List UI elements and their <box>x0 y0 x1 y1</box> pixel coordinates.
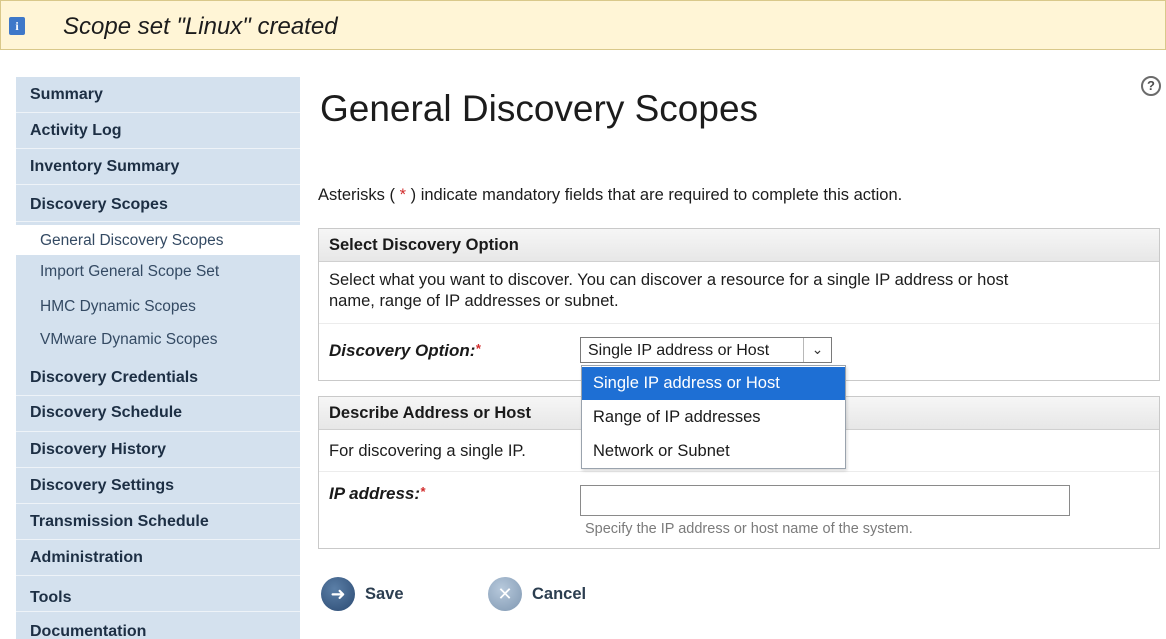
section-description: Select what you want to discover. You ca… <box>329 270 1008 312</box>
note-text-before: Asterisks ( <box>318 186 396 204</box>
option-label: Single IP address or Host <box>593 374 780 392</box>
banner-message: Scope set "Linux" created <box>63 13 338 40</box>
note-text-after: ) indicate mandatory fields that are req… <box>410 186 903 204</box>
sidebar-item-label: General Discovery Scopes <box>40 232 224 249</box>
close-icon: ✕ <box>488 577 522 611</box>
sidebar-item-label: Discovery Credentials <box>30 369 199 386</box>
sidebar-item-label: Discovery History <box>30 441 167 458</box>
sidebar-subitem-vmware-dynamic-scopes[interactable]: VMware Dynamic Scopes <box>16 323 300 360</box>
sidebar-item-discovery-scopes[interactable]: Discovery Scopes <box>16 185 300 222</box>
option-label: Range of IP addresses <box>593 408 761 426</box>
page-title: General Discovery Scopes <box>320 88 759 129</box>
sidebar-item-documentation[interactable]: Documentation <box>16 612 300 639</box>
dropdown-option-network[interactable]: Network or Subnet <box>582 435 845 468</box>
required-asterisk: * <box>420 484 426 499</box>
field-label-text: Discovery Option: <box>329 341 476 360</box>
ip-address-label: IP address:* <box>329 484 425 504</box>
option-label: Network or Subnet <box>593 442 730 460</box>
sidebar-item-label: Inventory Summary <box>30 158 180 175</box>
sidebar-item-tools[interactable]: Tools <box>16 576 300 612</box>
description-line: Select what you want to discover. You ca… <box>329 271 1009 289</box>
description-line: name, range of IP addresses or subnet. <box>329 292 619 310</box>
dropdown-option-single-ip[interactable]: Single IP address or Host <box>582 367 845 400</box>
sidebar-item-discovery-history[interactable]: Discovery History <box>16 432 300 468</box>
sidebar-item-label: Summary <box>30 86 103 103</box>
sidebar-item-label: Import General Scope Set <box>40 263 220 280</box>
sidebar-item-label: Transmission Schedule <box>30 513 209 530</box>
info-icon: i <box>9 17 25 35</box>
sidebar-item-label: Administration <box>30 549 143 566</box>
sidebar-item-label: Tools <box>30 589 72 606</box>
arrow-right-icon: ➜ <box>321 577 355 611</box>
section-title: Select Discovery Option <box>329 236 519 254</box>
sidebar-subitem-general-discovery-scopes[interactable]: General Discovery Scopes <box>16 225 300 255</box>
required-asterisk: * <box>399 186 407 204</box>
required-asterisk: * <box>475 341 481 356</box>
discovery-option-label: Discovery Option:* <box>329 341 480 361</box>
save-button[interactable]: ➜ Save <box>321 577 421 611</box>
discovery-option-dropdown: Single IP address or Host Range of IP ad… <box>581 365 846 469</box>
sidebar-nav: Summary Activity Log Inventory Summary D… <box>16 77 300 639</box>
sidebar-subitem-hmc-dynamic-scopes[interactable]: HMC Dynamic Scopes <box>16 290 300 323</box>
save-label: Save <box>365 585 404 603</box>
sidebar-item-discovery-schedule[interactable]: Discovery Schedule <box>16 396 300 432</box>
sidebar-item-inventory-summary[interactable]: Inventory Summary <box>16 149 300 185</box>
sidebar-subitem-import-general-scope-set[interactable]: Import General Scope Set <box>16 257 300 290</box>
row-divider <box>319 471 1159 472</box>
sidebar-item-label: Discovery Scopes <box>30 196 168 213</box>
status-banner: i Scope set "Linux" created <box>0 0 1166 50</box>
section-description: For discovering a single IP. <box>329 442 526 460</box>
row-divider <box>319 323 1159 324</box>
section-header: Select Discovery Option <box>319 229 1159 262</box>
selected-value: Single IP address or Host <box>588 342 770 359</box>
cancel-label: Cancel <box>532 585 587 603</box>
ip-address-hint: Specify the IP address or host name of t… <box>585 521 913 537</box>
sidebar-item-label: Discovery Settings <box>30 477 175 494</box>
cancel-button[interactable]: ✕ Cancel <box>488 577 608 611</box>
sidebar-item-administration[interactable]: Administration <box>16 540 300 576</box>
sidebar-item-discovery-settings[interactable]: Discovery Settings <box>16 468 300 504</box>
discovery-option-select[interactable]: Single IP address or Host ⌄ <box>580 337 832 363</box>
chevron-down-icon[interactable]: ⌄ <box>803 338 831 362</box>
field-label-text: IP address: <box>329 484 421 503</box>
mandatory-fields-note: Asterisks ( * ) indicate mandatory field… <box>318 186 902 205</box>
sidebar-item-discovery-credentials[interactable]: Discovery Credentials <box>16 360 300 396</box>
sidebar-item-label: Documentation <box>30 623 147 639</box>
sidebar-item-summary[interactable]: Summary <box>16 77 300 113</box>
sidebar-item-label: VMware Dynamic Scopes <box>40 331 218 348</box>
sidebar-item-label: HMC Dynamic Scopes <box>40 298 196 315</box>
dropdown-option-range[interactable]: Range of IP addresses <box>582 401 845 434</box>
ip-address-input[interactable] <box>580 485 1070 516</box>
help-icon[interactable]: ? <box>1141 76 1161 96</box>
sidebar-item-label: Discovery Schedule <box>30 404 183 421</box>
section-title: Describe Address or Host <box>329 404 532 422</box>
sidebar-item-transmission-schedule[interactable]: Transmission Schedule <box>16 504 300 540</box>
sidebar-item-label: Activity Log <box>30 122 122 139</box>
sidebar-item-activity-log[interactable]: Activity Log <box>16 113 300 149</box>
